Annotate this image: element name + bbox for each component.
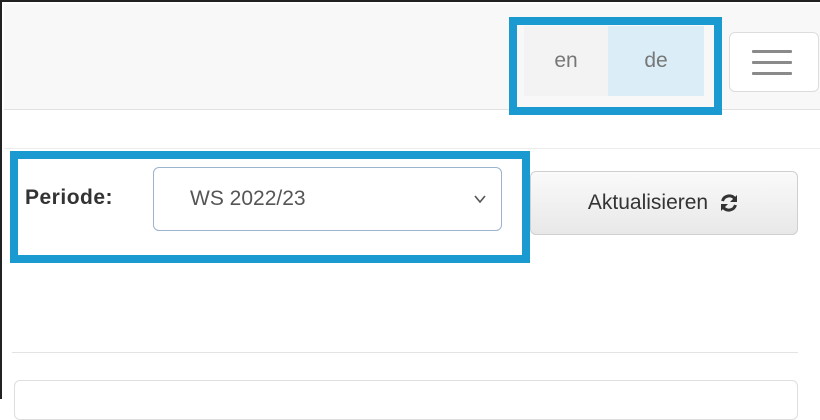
divider — [4, 148, 820, 149]
refresh-button-label: Aktualisieren — [587, 191, 709, 214]
hamburger-menu-icon — [752, 50, 792, 53]
periode-highlight-box — [10, 151, 530, 263]
divider — [12, 352, 798, 353]
menu-toggle-button[interactable] — [729, 32, 819, 92]
refresh-button[interactable]: Aktualisieren — [530, 171, 798, 235]
content-panel — [14, 380, 798, 420]
language-highlight-box — [509, 17, 722, 115]
refresh-icon — [721, 194, 738, 212]
page-frame: en de Periode: WS 2022/23 Aktualisieren — [0, 0, 820, 420]
